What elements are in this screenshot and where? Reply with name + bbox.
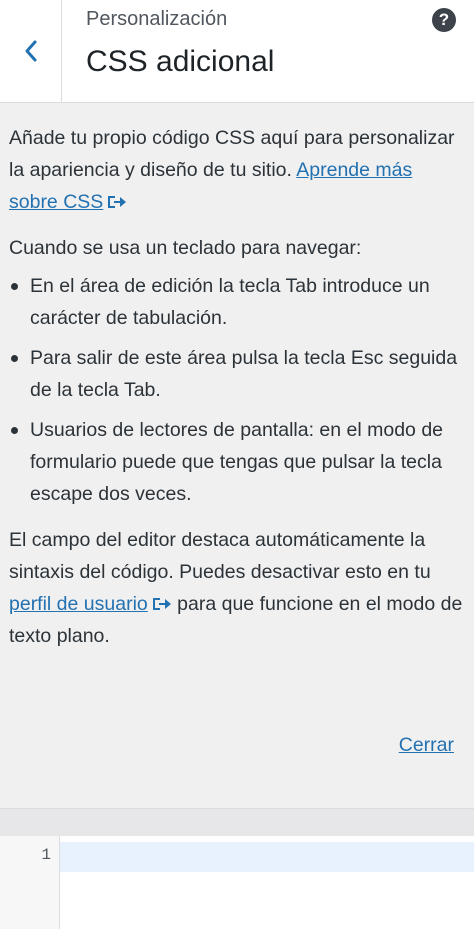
help-button[interactable]: ? [432, 8, 456, 32]
panel-header: Personalización CSS adicional ? [0, 0, 474, 103]
syntax-text-before: El campo del editor destaca automáticame… [9, 529, 431, 583]
profile-link[interactable]: perfil de usuario [9, 593, 148, 615]
external-link-icon [152, 598, 171, 610]
question-circle-icon: ? [438, 10, 450, 29]
keyboard-intro: Cuando se usa un teclado para navegar: [9, 237, 362, 259]
list-item-text: En el área de edición la tecla Tab intro… [30, 275, 430, 329]
customizer-panel: Personalización CSS adicional ? Añade tu… [0, 0, 474, 929]
close-link[interactable]: Cerrar [399, 734, 454, 757]
syntax-paragraph: El campo del editor destaca automáticame… [9, 524, 464, 652]
active-code-line[interactable] [60, 842, 474, 872]
editor-toolbar [0, 808, 474, 836]
bullet-icon [11, 427, 18, 434]
breadcrumb: Personalización [86, 8, 228, 30]
intro-paragraph: Añade tu propio código CSS aquí para per… [9, 122, 464, 218]
description-section: Añade tu propio código CSS aquí para per… [9, 122, 464, 652]
page-title: CSS adicional [86, 45, 275, 78]
chevron-left-icon [25, 40, 36, 62]
list-item: Usuarios de lectores de pantalla: en el … [9, 414, 464, 510]
bullet-icon [11, 283, 18, 290]
external-link-icon [108, 196, 127, 208]
keyboard-tips-list: En el área de edición la tecla Tab intro… [9, 270, 464, 510]
bullet-icon [11, 355, 18, 362]
back-button[interactable] [0, 0, 62, 102]
line-number: 1 [41, 846, 51, 864]
list-item: Para salir de este área pulsa la tecla E… [9, 342, 464, 406]
list-item: En el área de edición la tecla Tab intro… [9, 270, 464, 334]
list-item-text: Usuarios de lectores de pantalla: en el … [30, 419, 444, 505]
css-editor[interactable]: 1 [0, 836, 474, 929]
line-number-gutter: 1 [0, 836, 60, 929]
profile-link-label: perfil de usuario [9, 593, 148, 615]
list-item-text: Para salir de este área pulsa la tecla E… [30, 347, 458, 401]
